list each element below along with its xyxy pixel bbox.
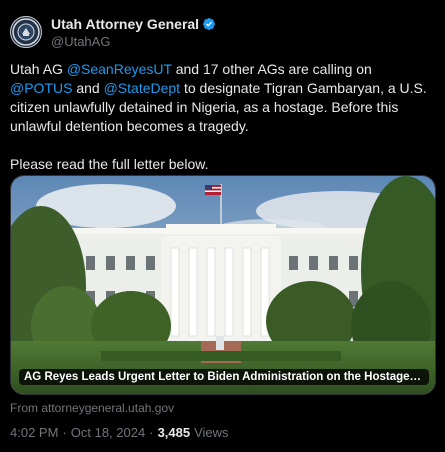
- card-title: AG Reyes Leads Urgent Letter to Biden Ad…: [19, 369, 429, 385]
- tweet-paragraph-2: Please read the full letter below.: [10, 156, 209, 172]
- author-handle[interactable]: @UtahAG: [51, 34, 216, 49]
- name-row: Utah Attorney General: [51, 16, 216, 32]
- seal-logo-icon: [12, 18, 40, 46]
- author-display-name[interactable]: Utah Attorney General: [51, 16, 199, 32]
- views-count: 3,485: [157, 425, 191, 440]
- mention-link-seanreyesut[interactable]: @SeanReyesUT: [67, 61, 172, 77]
- mention-link-potus[interactable]: @POTUS: [10, 80, 72, 96]
- tweet-date[interactable]: Oct 18, 2024: [71, 425, 145, 440]
- avatar[interactable]: [10, 16, 42, 48]
- tweet-text: Utah AG @SeanReyesUT and 17 other AGs ar…: [10, 60, 435, 174]
- text-segment: and 17 other AGs are calling on: [171, 61, 372, 77]
- text-segment: and: [72, 80, 104, 96]
- tweet-time[interactable]: 4:02 PM: [10, 425, 58, 440]
- views-label: Views: [194, 425, 229, 440]
- text-segment: Utah AG: [10, 61, 67, 77]
- verified-badge-icon: [203, 17, 216, 30]
- link-card[interactable]: AG Reyes Leads Urgent Letter to Biden Ad…: [10, 175, 436, 395]
- white-house-image: [11, 176, 435, 394]
- author-names: Utah Attorney General @UtahAG: [51, 16, 216, 49]
- mention-link-statedept[interactable]: @StateDept: [104, 80, 180, 96]
- tweet: Utah Attorney General @UtahAG Utah AG @S…: [0, 0, 445, 452]
- tweet-header: Utah Attorney General @UtahAG: [10, 12, 216, 52]
- separator-dot: ·: [62, 425, 67, 440]
- tweet-meta: 4:02 PM · Oct 18, 2024 · 3,485 Views: [10, 425, 229, 440]
- separator-dot: ·: [149, 425, 154, 440]
- tweet-paragraph-1: Utah AG @SeanReyesUT and 17 other AGs ar…: [10, 60, 435, 136]
- card-source[interactable]: From attorneygeneral.utah.gov: [10, 401, 174, 415]
